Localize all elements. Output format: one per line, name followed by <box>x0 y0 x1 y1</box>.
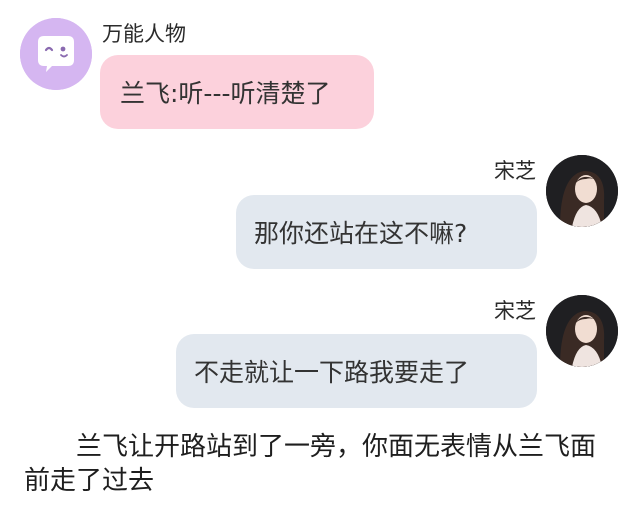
chat-view: 万能人物 兰飞:听---听清楚了 宋芝 那你还站在这不嘛? 宋芝 不走就让一下路… <box>0 0 640 525</box>
user-photo-avatar <box>546 295 618 367</box>
sender-name: 宋芝 <box>494 159 536 183</box>
avatar-universal-character[interactable] <box>20 18 92 90</box>
avatar-songzhi[interactable] <box>546 295 618 367</box>
message-bubble[interactable]: 兰飞:听---听清楚了 <box>100 55 374 129</box>
sender-name: 宋芝 <box>494 299 536 323</box>
user-photo-avatar <box>546 155 618 227</box>
avatar-songzhi[interactable] <box>546 155 618 227</box>
sender-name: 万能人物 <box>102 22 186 46</box>
speech-bubble-face-icon <box>20 18 92 90</box>
narration-text: 兰飞让开路站到了一旁，你面无表情从兰飞面前走了过去 <box>24 432 597 496</box>
message-bubble[interactable]: 不走就让一下路我要走了 <box>176 334 537 408</box>
message-bubble[interactable]: 那你还站在这不嘛? <box>236 195 537 269</box>
